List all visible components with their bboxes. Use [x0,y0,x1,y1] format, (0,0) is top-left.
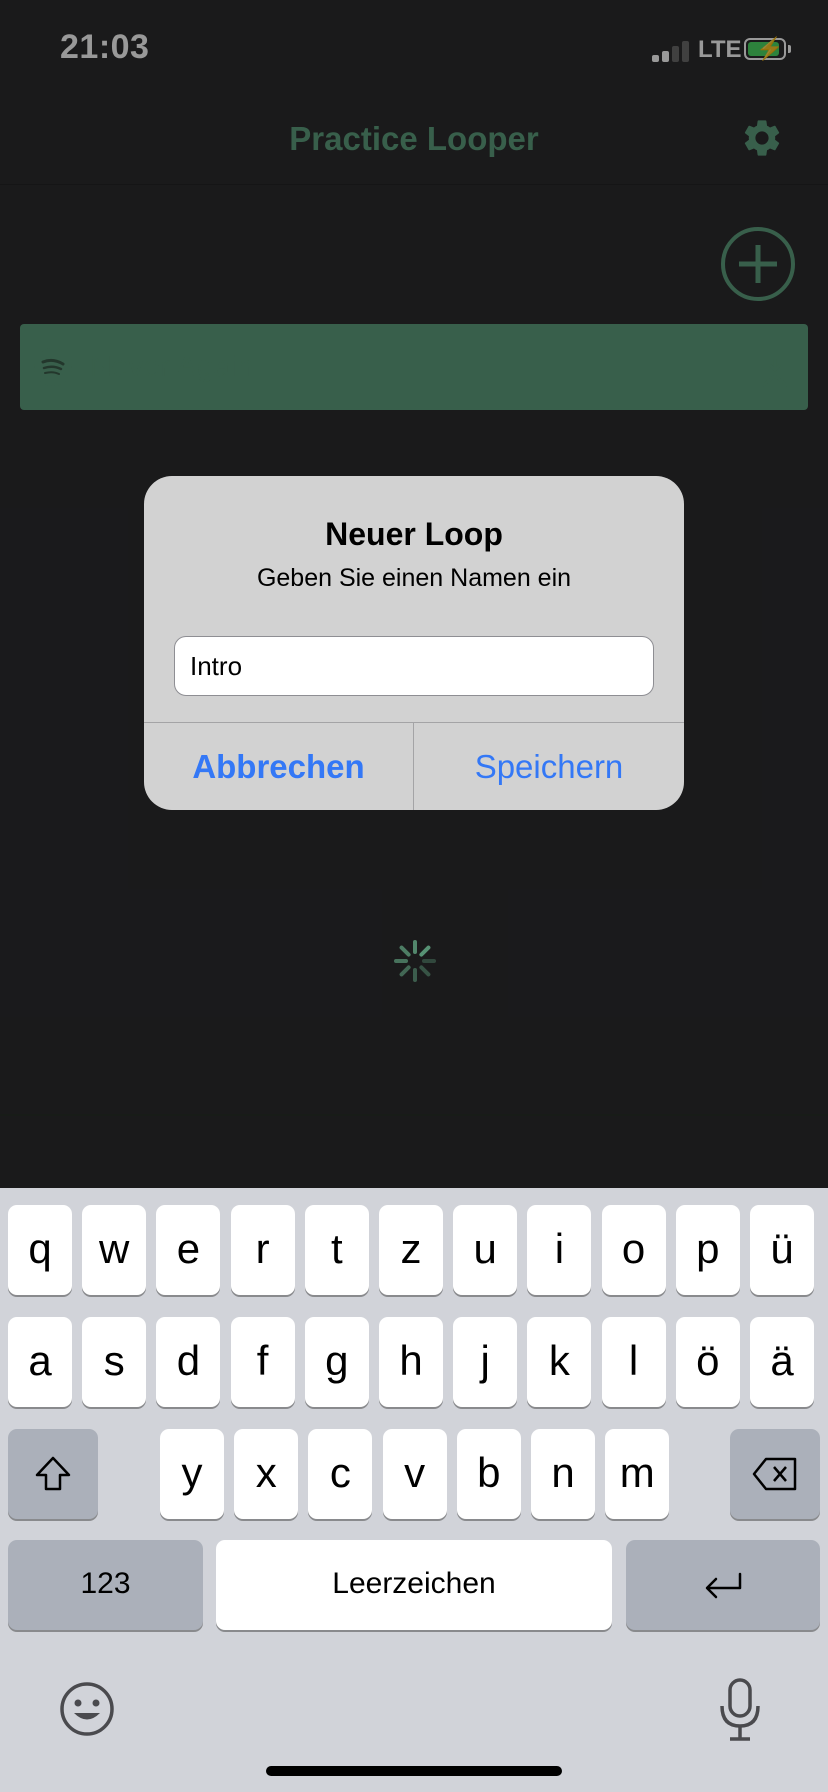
key-ä[interactable]: ä [750,1317,814,1407]
delete-key[interactable] [730,1429,820,1519]
loading-spinner-icon [394,940,436,982]
key-l[interactable]: l [601,1317,666,1407]
keyboard: qwertzuiopü asdfghjklöä yxcvbnm 123 Leer… [0,1188,828,1792]
key-m[interactable]: m [605,1429,670,1519]
key-b[interactable]: b [456,1429,521,1519]
key-k[interactable]: k [527,1317,592,1407]
key-ü[interactable]: ü [750,1205,814,1295]
new-loop-alert: Neuer Loop Geben Sie einen Namen ein Int… [144,476,684,810]
key-q[interactable]: q [8,1205,72,1295]
key-r[interactable]: r [230,1205,295,1295]
shift-key[interactable] [8,1429,98,1519]
key-g[interactable]: g [304,1317,369,1407]
key-f[interactable]: f [230,1317,295,1407]
key-u[interactable]: u [453,1205,518,1295]
key-j[interactable]: j [453,1317,518,1407]
key-t[interactable]: t [304,1205,369,1295]
key-d[interactable]: d [156,1317,221,1407]
key-z[interactable]: z [379,1205,443,1295]
emoji-icon[interactable] [58,1680,116,1738]
key-n[interactable]: n [531,1429,595,1519]
key-o[interactable]: o [601,1205,666,1295]
home-indicator [266,1766,562,1776]
space-key[interactable]: Leerzeichen [216,1540,612,1630]
alert-title: Neuer Loop [325,516,503,552]
return-key[interactable] [626,1540,820,1630]
key-p[interactable]: p [675,1205,740,1295]
key-w[interactable]: w [82,1205,147,1295]
cancel-button[interactable]: Abbrechen [144,723,413,810]
key-i[interactable]: i [527,1205,592,1295]
alert-message: Geben Sie einen Namen ein [256,564,572,592]
key-c[interactable]: c [308,1429,373,1519]
save-button[interactable]: Speichern [414,723,684,810]
key-v[interactable]: v [382,1429,447,1519]
loop-name-input[interactable]: Intro [174,636,654,696]
key-a[interactable]: a [8,1317,72,1407]
key-h[interactable]: h [379,1317,443,1407]
key-s[interactable]: s [82,1317,147,1407]
key-e[interactable]: e [156,1205,221,1295]
microphone-icon[interactable] [718,1678,762,1742]
key-x[interactable]: x [234,1429,299,1519]
key-y[interactable]: y [160,1429,224,1519]
numbers-key[interactable]: 123 [8,1540,203,1630]
key-ö[interactable]: ö [675,1317,740,1407]
